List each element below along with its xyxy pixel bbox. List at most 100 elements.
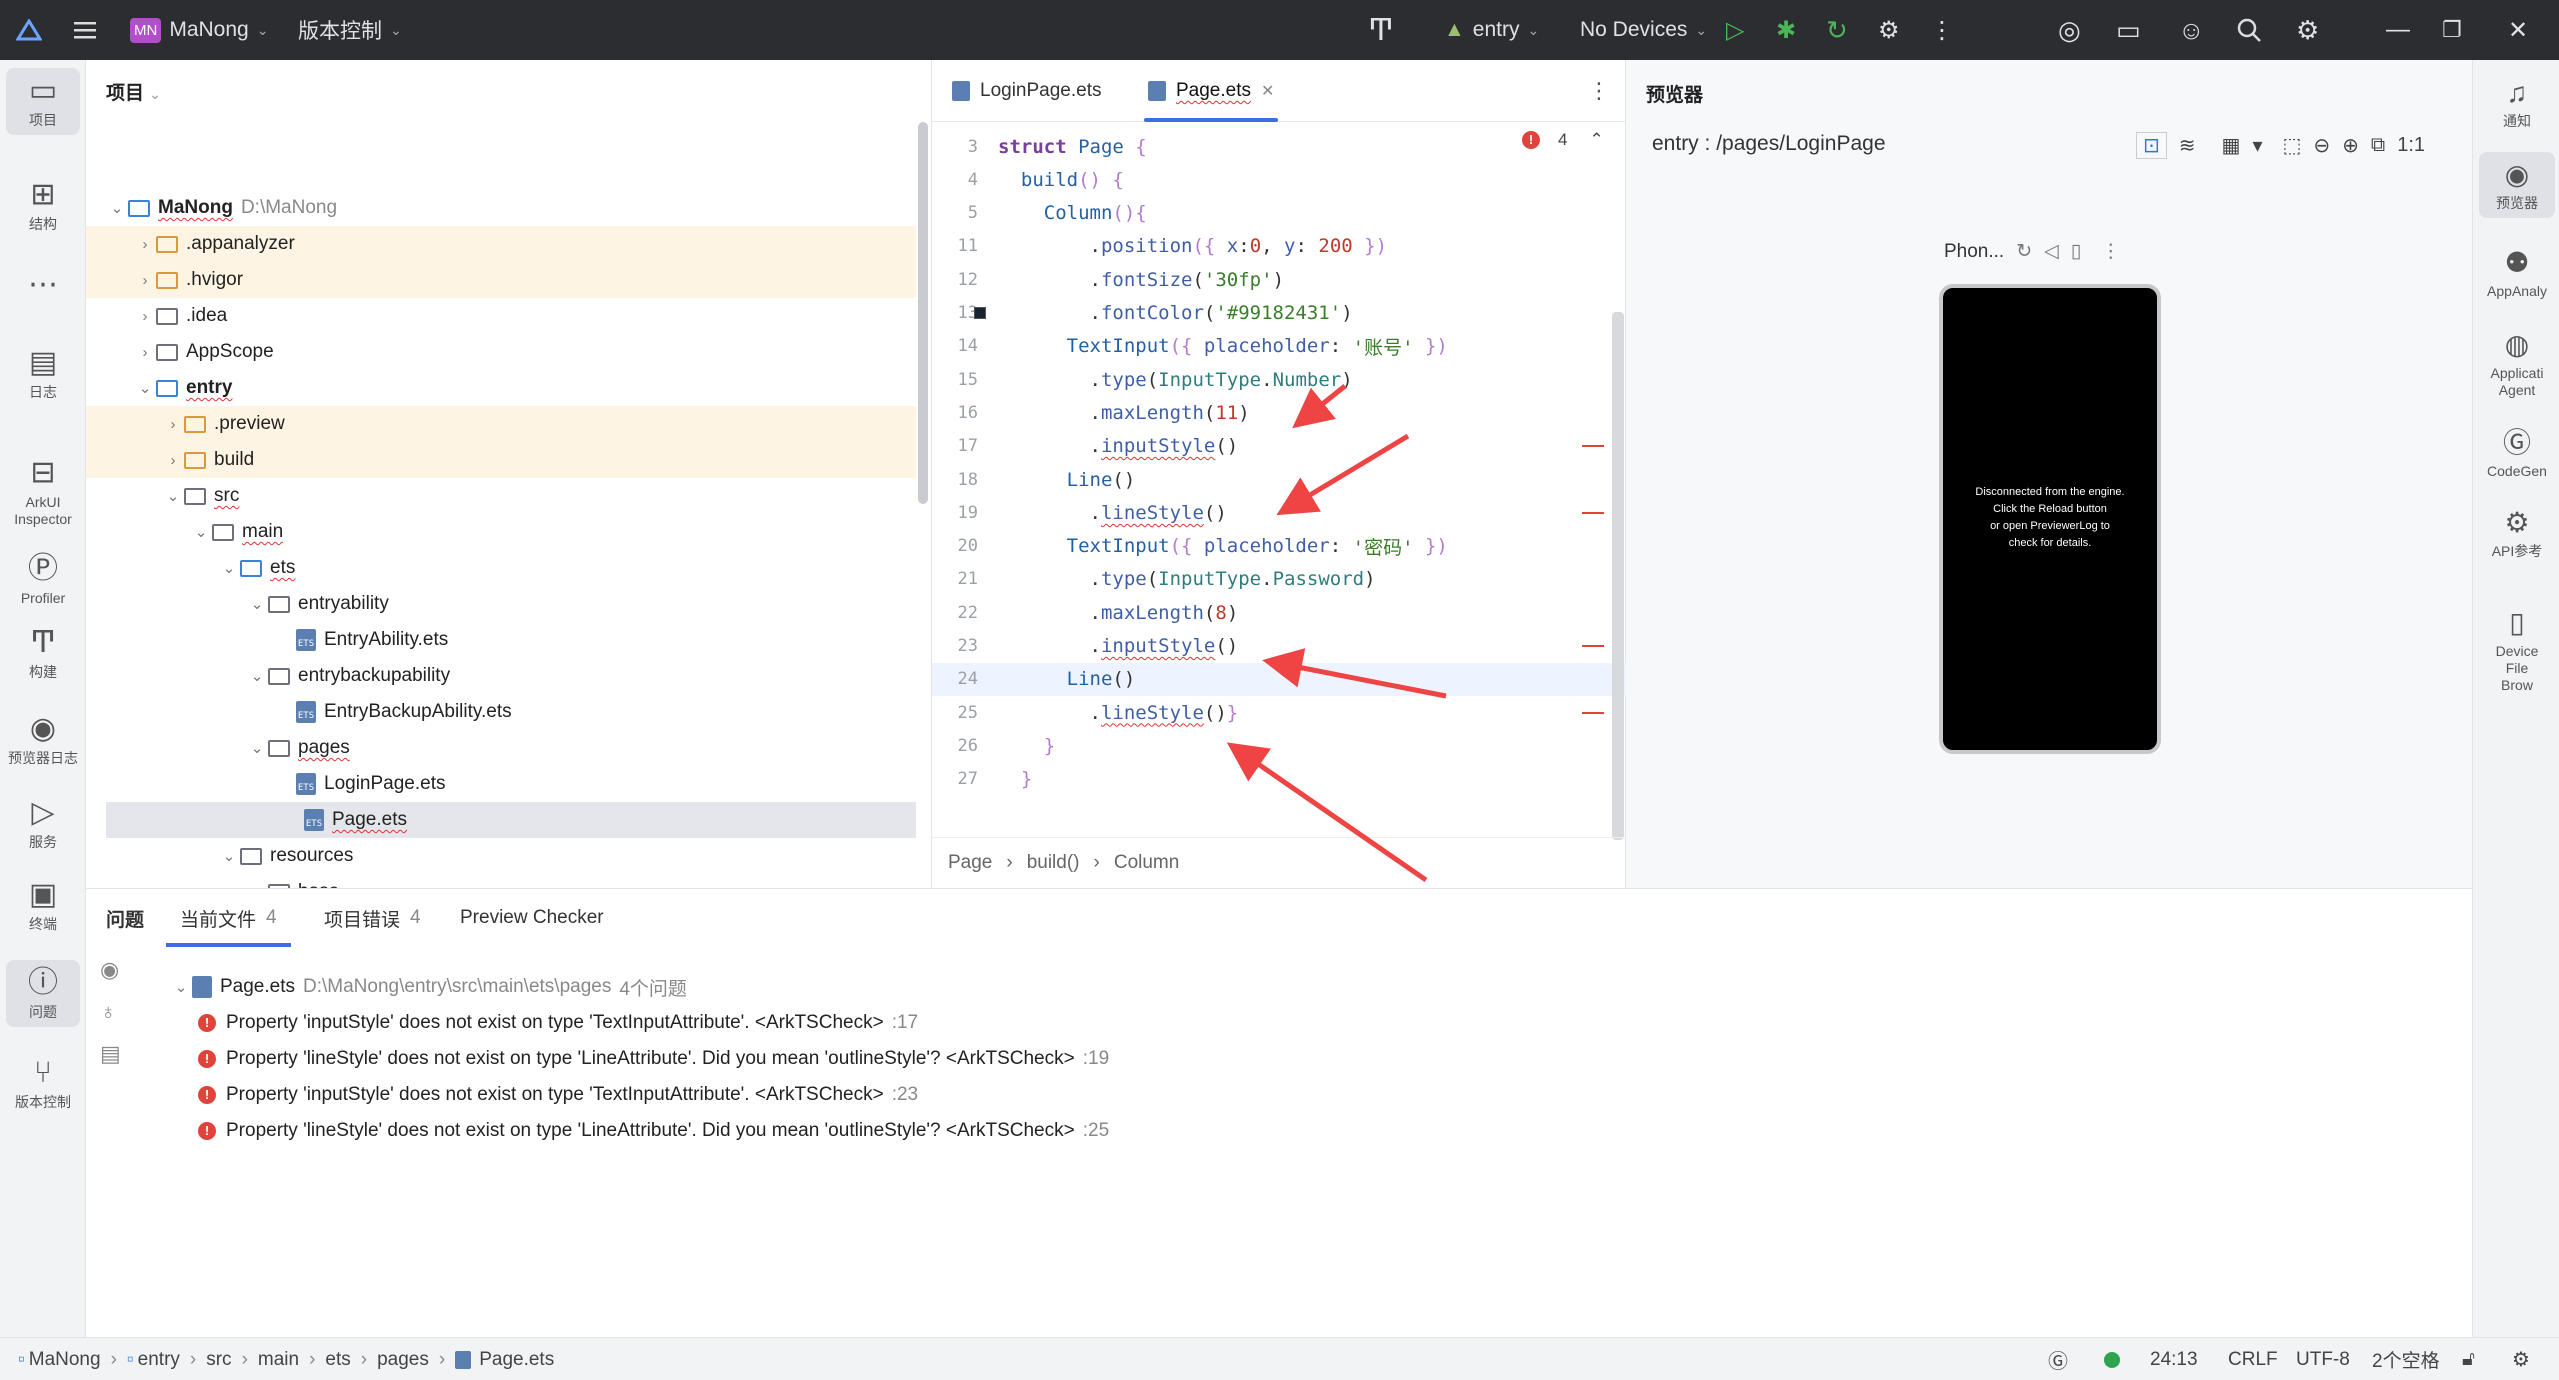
code-line[interactable]: 4 build() { [932, 163, 1626, 196]
tab-preview-checker[interactable]: Preview Checker [460, 889, 604, 947]
chevron-down-icon[interactable]: ▾ [2252, 133, 2262, 158]
problem-file-row[interactable]: ⌄ Page.ets D:\MaNong\entry\src\main\ets\… [170, 969, 687, 1005]
chevron-up-icon[interactable]: ⌃ [1589, 130, 1603, 150]
tool-preview-log[interactable]: ◉ 预览器日志 [6, 706, 80, 773]
list-icon[interactable]: ▤ [100, 1041, 121, 1067]
chevron-down-icon[interactable]: ⌄ [246, 595, 268, 613]
problem-item[interactable]: ! Property 'inputStyle' does not exist on… [198, 1005, 918, 1041]
code-line[interactable]: 16 . maxLength(11) [932, 396, 1626, 429]
status-crumb[interactable]: ets [325, 1349, 350, 1371]
lock-icon[interactable]: 🔓︎ [2462, 1338, 2475, 1380]
code-line[interactable]: 27 } [932, 763, 1626, 796]
bulb-icon[interactable]: ♁ [100, 999, 121, 1025]
tree-item[interactable]: ETS Page.ets [106, 802, 916, 838]
tree-item[interactable]: › .idea [86, 298, 916, 334]
chevron-right-icon[interactable]: › [162, 416, 184, 433]
tab-loginpage[interactable]: LoginPage.ets [952, 60, 1102, 122]
attach-debugger-icon[interactable]: ⚙ [1878, 0, 1900, 60]
breadcrumb-item[interactable]: Page [948, 852, 992, 874]
tree-item[interactable]: › .appanalyzer [86, 226, 916, 262]
code-line[interactable]: 11 . position({ x:0, y: 200 }) [932, 230, 1626, 263]
device-screen[interactable]: Disconnected from the engine. Click the … [1939, 284, 2161, 754]
tool-vcs[interactable]: ⑂ 版本控制 [6, 1050, 80, 1117]
tree-item[interactable]: ⌄ main [86, 514, 916, 550]
eye-icon[interactable]: ◉ [100, 957, 121, 983]
ratio-label[interactable]: 1:1 [2397, 134, 2425, 157]
code-line[interactable]: 26 } [932, 729, 1626, 762]
run-icon[interactable]: ▷ [1726, 0, 1744, 60]
more-vertical-icon[interactable]: ⋮ [1930, 0, 1954, 60]
tree-item[interactable]: ETS LoginPage.ets [86, 766, 916, 802]
line-separator[interactable]: CRLF [2228, 1338, 2278, 1380]
settings-icon[interactable]: ⚙ [2296, 0, 2319, 60]
chevron-down-icon[interactable]: ⌄ [246, 667, 268, 685]
tab-page[interactable]: Page.ets ✕ [1144, 60, 1279, 122]
device-selector[interactable]: No Devices ⌄ [1580, 0, 1707, 60]
tool-agent[interactable]: ◍ Applicati Agent [2479, 322, 2555, 405]
tree-item[interactable]: ETS EntryAbility.ets [86, 622, 916, 658]
code-line[interactable]: 20 TextInput({ placeholder: '密码' }) [932, 530, 1626, 563]
status-crumb[interactable]: pages [377, 1349, 429, 1371]
code-line[interactable]: 25 . lineStyle()} [932, 696, 1626, 729]
tool-inspector[interactable]: ⊟ ArkUI Inspector [6, 450, 80, 534]
more-vertical-icon[interactable]: ⋮ [2101, 240, 2120, 263]
rerun-icon[interactable]: ↻ [1826, 0, 1848, 60]
code-line[interactable]: 21 . type(InputType. Password) [932, 563, 1626, 596]
main-menu-icon[interactable] [72, 0, 98, 60]
tab-current-file[interactable]: 当前文件 4 [166, 889, 291, 947]
module-selector[interactable]: ▲ entry ⌄ [1444, 0, 1539, 60]
close-tab-icon[interactable]: ✕ [1261, 81, 1274, 101]
notification-icon[interactable]: ⚙ [2512, 1338, 2530, 1380]
tree-item[interactable]: ⌄ entrybackupability [86, 658, 916, 694]
code-line[interactable]: 12 . fontSize('30fp') [932, 263, 1626, 296]
tool-bell[interactable]: ♫ 通知 [2479, 70, 2555, 136]
chevron-down-icon[interactable]: ⌄ [190, 523, 212, 541]
tab-problems[interactable]: 问题 [106, 889, 144, 947]
tool-services[interactable]: ▷ 服务 [6, 790, 80, 857]
refresh-icon[interactable]: ↻ [2016, 240, 2032, 263]
chevron-down-icon[interactable]: ⌄ [218, 847, 240, 865]
project-switcher[interactable]: MN MaNong ⌄ [130, 0, 268, 60]
debug-icon[interactable]: ✱ [1776, 0, 1796, 60]
tool-build[interactable]: Ͳ 构建 [6, 620, 80, 687]
code-line[interactable]: 15 . type(InputType. Number) [932, 363, 1626, 396]
problem-item[interactable]: ! Property 'lineStyle' does not exist on … [198, 1113, 1109, 1149]
account-icon[interactable]: ☺ [2178, 0, 2205, 60]
breadcrumb-item[interactable]: Column [1114, 852, 1179, 874]
text-tool-icon[interactable]: Ͳ [1368, 0, 1394, 60]
tree-item[interactable]: ⌄ MaNong D:\MaNong [86, 190, 916, 226]
tool-problems[interactable]: ⓘ 问题 [6, 960, 80, 1027]
tool-device[interactable]: ▯ Device File Brow [2479, 600, 2555, 700]
tree-item[interactable]: › build [86, 442, 916, 478]
status-crumb[interactable]: main [258, 1349, 299, 1371]
zoom-in-icon[interactable]: ⊕ [2342, 133, 2359, 158]
chevron-down-icon[interactable]: ⌄ [106, 199, 128, 217]
indent-setting[interactable]: 2个空格 [2372, 1338, 2440, 1380]
tree-item[interactable]: › .preview [86, 406, 916, 442]
more-vertical-icon[interactable]: ⋮ [1588, 60, 1610, 122]
vcs-menu[interactable]: 版本控制 ⌄ [298, 0, 402, 60]
code-line[interactable]: 19 . lineStyle() [932, 496, 1626, 529]
rotate-icon[interactable]: ▯ [2071, 240, 2081, 263]
target-icon[interactable]: ◎ [2058, 0, 2081, 60]
zoom-out-icon[interactable]: ⊖ [2313, 133, 2330, 158]
code-line[interactable]: 13 . fontColor('#99182431') [932, 297, 1626, 330]
code-line[interactable]: 23 . inputStyle() [932, 630, 1626, 663]
code-line[interactable]: 18 Line() [932, 463, 1626, 496]
cursor-position[interactable]: 24:13 [2150, 1338, 2198, 1380]
tree-item[interactable]: › AppScope [86, 334, 916, 370]
tool-terminal[interactable]: ▣ 终端 [6, 872, 80, 939]
app-logo-icon[interactable] [16, 0, 42, 60]
code-line[interactable]: 14 TextInput({ placeholder: '账号' }) [932, 330, 1626, 363]
file-encoding[interactable]: UTF-8 [2296, 1338, 2350, 1380]
tree-item[interactable]: ⌄ resources [86, 838, 916, 874]
code-line[interactable]: 22 . maxLength(8) [932, 596, 1626, 629]
problem-item[interactable]: ! Property 'lineStyle' does not exist on … [198, 1041, 1109, 1077]
chevron-down-icon[interactable]: ⌄ [218, 559, 240, 577]
tool-log[interactable]: ▤ 日志 [6, 340, 80, 407]
chevron-right-icon[interactable]: › [134, 272, 156, 289]
tree-scrollbar[interactable] [918, 122, 928, 504]
tree-item[interactable]: › .hvigor [86, 262, 916, 298]
close-icon[interactable]: ✕ [2508, 0, 2528, 60]
folder-icon[interactable]: ▭ [2116, 0, 2141, 60]
